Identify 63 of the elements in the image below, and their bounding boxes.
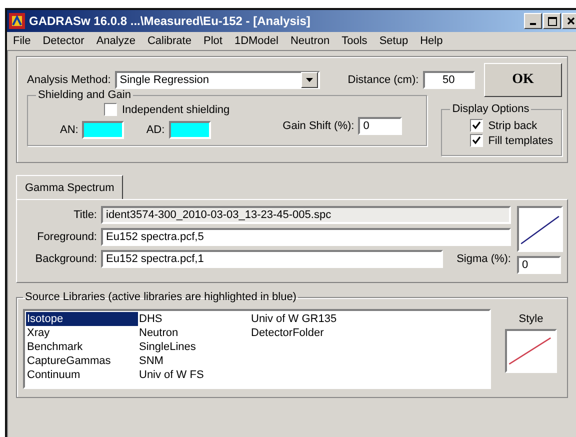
field-label: Distance (cm): — [348, 74, 419, 86]
field-label: Title: — [72, 209, 97, 221]
menu-item[interactable]: Neutron — [290, 35, 330, 47]
group-title: Source Libraries (active libraries are highlighted in blue) — [24, 291, 298, 303]
field-label: AD: — [146, 124, 165, 136]
group-title: Display Options — [451, 103, 530, 115]
checkbox-label: Independent shielding — [122, 104, 230, 116]
an-field[interactable] — [82, 121, 124, 139]
field-label: Gain Shift (%): — [282, 120, 354, 132]
field-label: Foreground: — [36, 231, 97, 243]
list-item[interactable]: Isotope — [26, 312, 138, 326]
field-label: AN: — [60, 124, 78, 136]
distance-field[interactable]: 50 — [422, 71, 475, 89]
list-item[interactable]: Benchmark — [26, 340, 138, 354]
field-label: Sigma (%): — [456, 253, 511, 265]
list-item[interactable]: Xray — [26, 326, 138, 340]
field-label: Background: — [34, 253, 97, 265]
maximize-icon — [548, 16, 556, 26]
tab[interactable]: Gamma Spectrum — [16, 175, 124, 200]
app-icon — [9, 13, 25, 29]
checkbox[interactable] — [470, 119, 484, 132]
list-item[interactable]: Univ of W FS — [138, 368, 250, 382]
list-item[interactable]: DetectorFolder — [250, 326, 362, 340]
list-item[interactable]: Continuum — [26, 368, 138, 382]
checkbox-label: Fill templates — [488, 134, 553, 146]
menu-item[interactable]: Tools — [342, 35, 368, 47]
library-list[interactable]: Isotope Xray Benchmark CaptureGammas Continuum DHS Neutron SingleLines SNM Univ of W FS Univ of W GR135 DetectorFolder — [23, 309, 491, 389]
close-icon — [567, 17, 575, 25]
close-button[interactable] — [562, 13, 576, 29]
checkbox[interactable] — [470, 134, 484, 147]
gain-shift-field[interactable]: 0 — [358, 117, 402, 135]
dropdown-arrow-icon — [306, 78, 313, 82]
title-field[interactable]: ident3574-300_2010-03-03_13-23-45-005.spc — [101, 206, 511, 224]
list-item[interactable]: SingleLines — [138, 340, 250, 354]
list-item[interactable]: Univ of W GR135 — [250, 312, 362, 326]
ok-button[interactable]: OK — [484, 63, 562, 97]
list-item[interactable]: DHS — [138, 312, 250, 326]
method-dropdown[interactable]: Single Regression — [114, 71, 320, 89]
menu-item[interactable]: Analyze — [96, 35, 136, 47]
menu-item[interactable]: Calibrate — [147, 35, 192, 47]
ad-field[interactable] — [168, 121, 211, 139]
checkbox-label: Strip back — [488, 120, 538, 132]
menu-item[interactable]: Help — [420, 35, 443, 47]
menu-item[interactable]: Detector — [42, 35, 84, 47]
sigma-field[interactable]: 0 — [517, 256, 561, 274]
field-label: Analysis Method: — [27, 74, 111, 86]
style-label: Style — [518, 313, 544, 325]
menu-item[interactable]: Setup — [379, 35, 408, 47]
background-field[interactable]: Eu152 spectra.pcf,1 — [101, 250, 443, 268]
checkbox[interactable] — [104, 103, 117, 116]
line-preview-icon — [517, 206, 563, 252]
menu-item[interactable]: 1DModel — [234, 35, 278, 47]
group-title: Shielding and Gain — [37, 89, 132, 101]
line-preview-icon — [505, 329, 557, 373]
list-item[interactable]: CaptureGammas — [26, 354, 138, 368]
list-item[interactable]: SNM — [138, 354, 250, 368]
maximize-button[interactable] — [543, 13, 561, 29]
window-title: GADRASw 16.0.8 ...\Measured\Eu-152 - [Analysis] — [29, 14, 312, 28]
list-item[interactable]: Neutron — [138, 326, 250, 340]
foreground-field[interactable]: Eu152 spectra.pcf,5 — [101, 228, 511, 246]
menu-item[interactable]: Plot — [203, 35, 222, 47]
minimize-button[interactable] — [524, 13, 542, 29]
menu-item[interactable]: File — [13, 35, 31, 47]
